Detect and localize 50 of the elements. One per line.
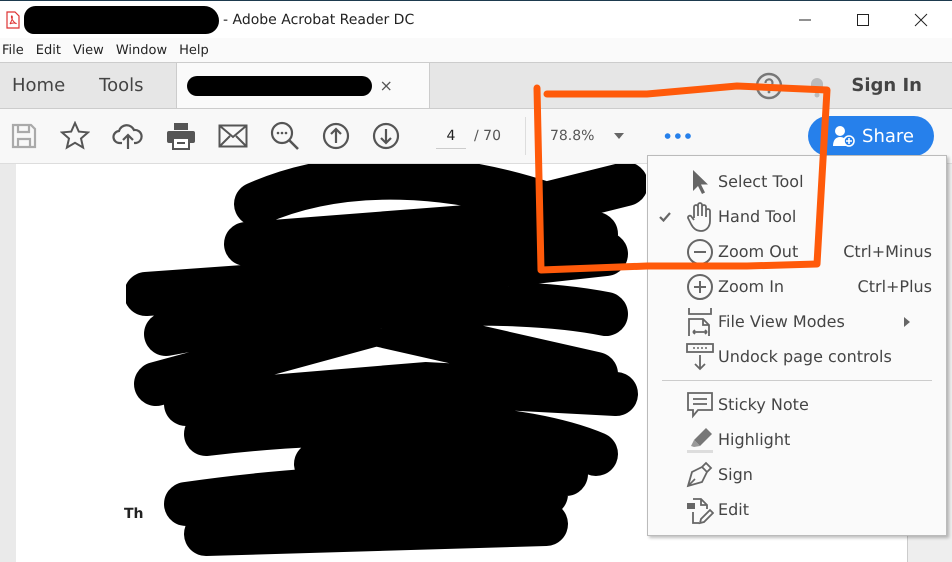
nav-tab[interactable]: Tools (99, 63, 144, 108)
nav-tab[interactable]: Home (12, 63, 66, 108)
document-text: Th (124, 506, 144, 522)
pen-sign-icon (686, 460, 714, 488)
menu-item[interactable]: Select Tool (648, 164, 946, 199)
menu-bar-item[interactable]: View (72, 42, 104, 58)
menu-bar-item[interactable]: Edit (36, 42, 61, 58)
submenu-arrow-icon (904, 316, 910, 326)
menu-bar-item[interactable]: File (2, 42, 24, 58)
page-view-icon (686, 306, 714, 336)
hand-icon (686, 202, 714, 232)
cloud-upload-icon[interactable] (112, 122, 144, 150)
arrow-up-circle-icon[interactable] (322, 122, 350, 150)
sign-in-link[interactable]: Sign In (851, 63, 952, 108)
menu-item[interactable]: File View Modes (648, 304, 946, 339)
menu-bar-item[interactable]: Window (116, 42, 168, 58)
pdf-file-icon (6, 10, 20, 28)
help-icon[interactable] (755, 72, 784, 100)
zoom-search-icon[interactable] (270, 121, 300, 151)
arrow-down-circle-icon[interactable] (372, 122, 400, 150)
page-total: / 70 (474, 128, 501, 144)
person-add-icon (832, 125, 856, 147)
menu-item[interactable]: Sign (648, 457, 946, 492)
menu-bar-item[interactable]: Help (179, 42, 209, 58)
mail-icon[interactable] (218, 124, 248, 148)
maximize-icon[interactable] (856, 12, 870, 26)
zoom-out-icon (686, 238, 714, 266)
checkmark-icon (659, 212, 671, 222)
comment-icon (686, 390, 714, 418)
window-title: - Adobe Acrobat Reader DC (223, 12, 414, 28)
star-icon[interactable] (60, 121, 90, 151)
menu-item[interactable]: Edit (648, 492, 946, 527)
menu-item[interactable]: Zoom In Ctrl+Plus (648, 269, 946, 304)
zoom-field[interactable]: 78.8% (550, 128, 594, 144)
more-tools-button[interactable]: ••• (662, 126, 694, 146)
cursor-arrow-icon (691, 168, 709, 194)
undock-toolbar-icon (686, 342, 714, 370)
share-button[interactable]: Share (808, 116, 934, 156)
zoom-in-icon (686, 272, 714, 300)
menu-item[interactable]: Highlight (648, 422, 946, 457)
highlighter-icon (686, 426, 714, 454)
dropdown-caret-icon[interactable] (614, 133, 624, 139)
close-icon[interactable] (914, 12, 928, 26)
tab-close-button[interactable]: × (380, 76, 393, 95)
menu-item[interactable]: Hand Tool (648, 199, 946, 234)
menu-item[interactable]: Sticky Note (648, 387, 946, 422)
menu-item[interactable]: Undock page controls (648, 339, 946, 374)
page-number-field[interactable]: 4 (436, 124, 466, 148)
document-tab[interactable]: × (176, 63, 430, 108)
print-icon[interactable] (166, 122, 196, 150)
